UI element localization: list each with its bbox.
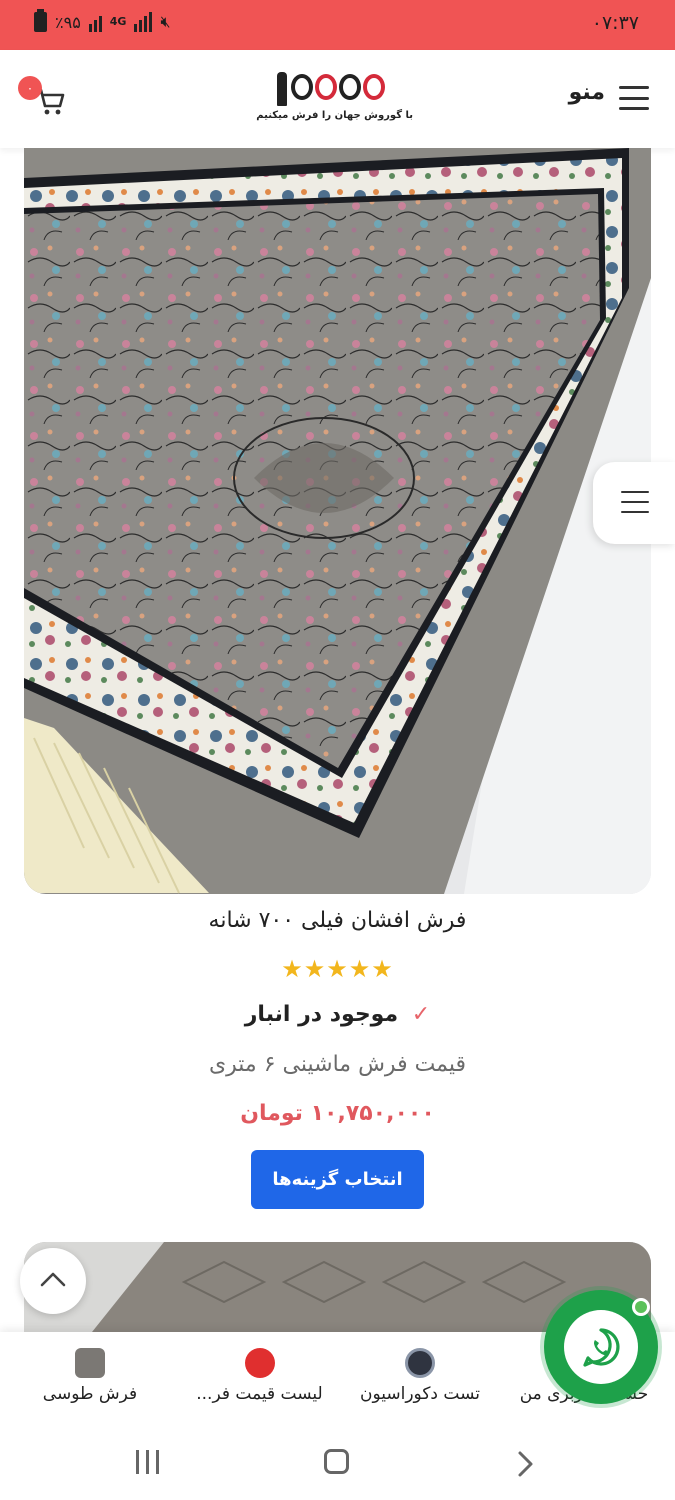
rug-illustration (24, 148, 651, 894)
product-title[interactable]: فرش افشان فیلی ۷۰۰ شانه (0, 908, 675, 933)
mute-icon: 🔇︎ (160, 12, 171, 31)
cart-count-badge: ۰ (18, 76, 42, 100)
category-label: تست دکوراسیون (359, 1384, 480, 1404)
status-time: ۰۷:۳۷ (591, 12, 639, 34)
network-type: 4G (109, 15, 127, 28)
site-logo[interactable]: با گوروش جهان را فرش میکنیم (256, 72, 413, 128)
signal-icon (88, 12, 102, 32)
gray-rug-thumbnail (75, 1348, 105, 1378)
site-header: منو با گوروش جهان را فرش میکنیم ۰ (0, 50, 675, 148)
product-image[interactable] (24, 148, 651, 894)
system-nav-bar (0, 1430, 675, 1500)
category-label: فرش طوسی (42, 1384, 138, 1404)
back-icon[interactable] (514, 1450, 536, 1478)
status-bar: ٪۹۵ 4G 🔇︎ ۰۷:۳۷ (0, 0, 675, 50)
home-icon[interactable] (324, 1449, 349, 1474)
logo-mark (291, 74, 385, 100)
stock-status-label: موجود در انبار (244, 1002, 399, 1027)
side-menu-button[interactable] (593, 462, 675, 544)
decor-test-thumbnail (405, 1348, 435, 1378)
menu-label[interactable]: منو (569, 80, 605, 105)
whatsapp-inner (564, 1310, 638, 1384)
select-options-button[interactable]: انتخاب گزینه‌ها (251, 1150, 424, 1209)
battery-level: ٪۹۵ (55, 12, 81, 32)
product-subtitle: قیمت فرش ماشینی ۶ متری (208, 1052, 467, 1077)
status-icons: ٪۹۵ 4G 🔇︎ (34, 9, 171, 32)
hamburger-icon (621, 491, 649, 513)
cart-button[interactable]: ۰ (18, 76, 66, 116)
stock-status: ✓ موجود در انبار (0, 1002, 675, 1027)
scroll-top-button[interactable] (20, 1248, 86, 1314)
online-indicator (632, 1298, 650, 1316)
category-gray-rugs[interactable]: فرش طوسی (40, 1348, 140, 1404)
hamburger-icon[interactable] (619, 86, 649, 110)
product-price: ۱۰,۷۵۰,۰۰۰ تومان (240, 1101, 435, 1126)
whatsapp-icon (583, 1328, 620, 1367)
price-list-thumbnail (244, 1348, 275, 1378)
recent-apps-icon[interactable] (136, 1450, 159, 1474)
battery-icon (34, 9, 47, 32)
signal-icon-2 (134, 12, 153, 32)
category-price-list[interactable]: لیست قیمت فر... (192, 1348, 327, 1404)
logo-figure (277, 72, 287, 106)
rating-stars: ★★★★★ (281, 955, 394, 983)
category-label: لیست قیمت فر... (196, 1384, 323, 1404)
logo-tagline: با گوروش جهان را فرش میکنیم (256, 110, 413, 121)
check-icon: ✓ (411, 1002, 431, 1027)
category-decor-test[interactable]: تست دکوراسیون (356, 1348, 484, 1404)
chevron-up-icon (40, 1272, 66, 1287)
